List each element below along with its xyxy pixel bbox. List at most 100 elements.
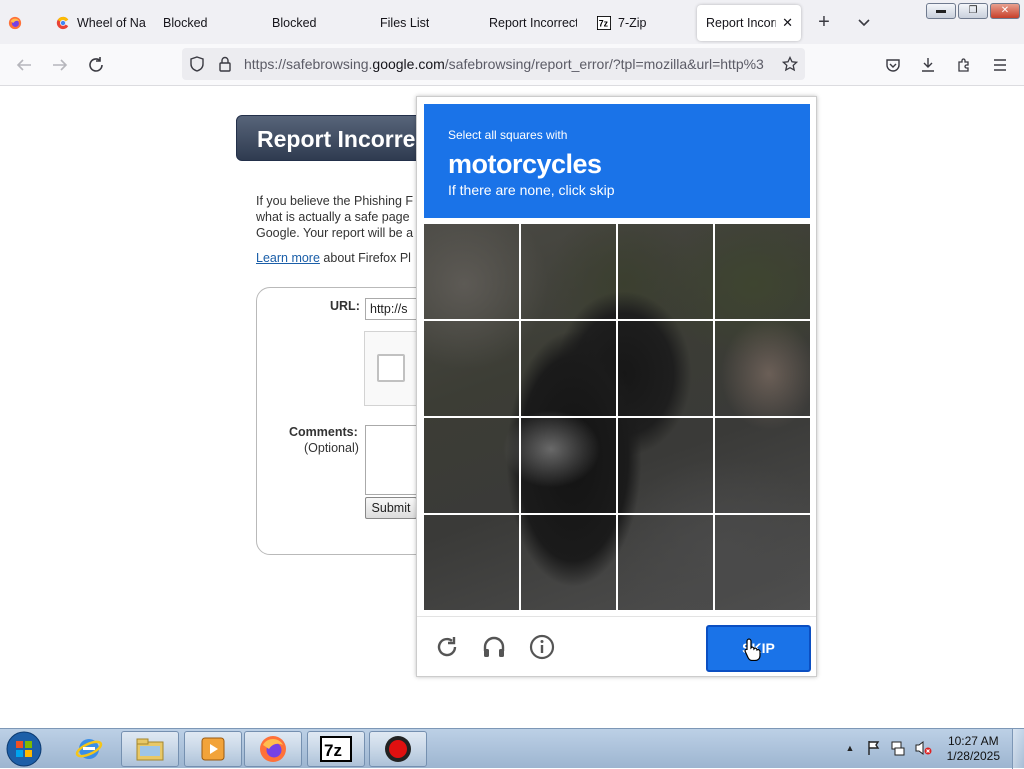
file-explorer-button[interactable] [121,731,179,767]
paragraph-line: If you believe the Phishing F [256,194,414,208]
close-tab-icon[interactable]: ✕ [782,15,793,31]
network-icon[interactable] [889,739,907,757]
colorful-c-icon [56,16,69,30]
captcha-tile[interactable] [715,321,810,416]
learn-more-line: Learn more about Firefox Pl [256,251,426,265]
internet-explorer-icon[interactable] [72,733,106,765]
tab-label: Files List [380,16,430,30]
submit-button[interactable]: Submit [365,497,417,519]
captcha-tile[interactable] [521,418,616,513]
back-arrow-icon[interactable] [12,53,36,77]
captcha-target-word: motorcycles [448,149,602,179]
extensions-icon[interactable] [952,53,976,77]
captcha-tile[interactable] [424,515,519,610]
comments-label: Comments: [289,425,358,439]
tab-wheel-of-names[interactable]: Wheel of Na [56,5,148,41]
clock-date: 1/28/2025 [946,749,1000,763]
captcha-challenge-popup: Select all squares with motorcycles If t… [416,96,817,677]
clock-time: 10:27 AM [947,734,999,748]
captcha-tile[interactable] [618,418,713,513]
captcha-tile[interactable] [424,418,519,513]
forward-arrow-icon[interactable] [48,53,72,77]
captcha-hint: If there are none, click skip [448,182,615,198]
action-center-flag-icon[interactable] [865,739,883,757]
captcha-tile[interactable] [618,224,713,319]
url-label: URL: [330,299,360,313]
audio-challenge-headphones-icon[interactable] [480,633,508,661]
pocket-icon[interactable] [881,53,905,77]
shield-icon[interactable] [188,55,206,73]
tab-blocked-2[interactable]: Blocked [272,5,362,41]
paragraph-line: Google. Your report will be a [256,226,414,240]
hand-cursor-icon [744,637,762,664]
minimize-window-button[interactable]: ▬ [926,3,956,19]
captcha-tile[interactable] [521,224,616,319]
page-title: Report Incorre [257,126,416,152]
new-tab-icon[interactable]: + [812,10,836,34]
learn-more-suffix: about Firefox Pl [319,251,411,265]
tab-bar: Wheel of Na Blocked Blocked Files List R… [0,0,1024,44]
tab-report-incorrect-active[interactable]: Report Incorr ✕ [697,5,801,41]
tab-label: Blocked [272,16,317,30]
captcha-instructions-header: Select all squares with motorcycles If t… [424,104,810,218]
tab-list-chevron-icon[interactable] [852,10,876,34]
7zip-taskbar-button[interactable]: 7z [307,731,365,767]
tab-label: Blocked [163,16,208,30]
url-domain: google.com [372,56,445,72]
system-clock[interactable]: 10:27 AM 1/28/2025 [947,734,1000,764]
media-player-icon [201,737,225,761]
url-prefix: https://safebrowsing. [244,56,373,72]
captcha-tile[interactable] [618,515,713,610]
page-header-banner: Report Incorre [236,115,436,161]
tab-report-incorrect[interactable]: Report Incorrect [489,5,577,41]
restore-window-button[interactable]: ❐ [958,3,988,19]
svg-text:7z: 7z [599,19,609,29]
captcha-tile[interactable] [424,224,519,319]
close-window-button[interactable]: ✕ [990,3,1020,19]
captcha-tile[interactable] [521,321,616,416]
recaptcha-checkbox-widget [364,331,424,406]
7zip-icon: 7z [320,736,352,762]
reload-challenge-icon[interactable] [433,633,461,661]
learn-more-link[interactable]: Learn more [256,251,320,265]
firefox-taskbar-button[interactable] [244,731,302,767]
tab-blocked-1[interactable]: Blocked [163,5,253,41]
captcha-tile[interactable] [521,515,616,610]
tab-7zip[interactable]: 7z 7-Zip [597,5,687,41]
lock-icon[interactable] [216,55,234,73]
tab-firefox-home[interactable] [8,5,36,41]
info-icon[interactable] [528,633,556,661]
captcha-image-grid [424,224,810,610]
recorder-taskbar-button[interactable] [369,731,427,767]
captcha-tile[interactable] [618,321,713,416]
url-bar[interactable]: https://safebrowsing.google.com/safebrow… [182,48,805,80]
navigation-bar: https://safebrowsing.google.com/safebrow… [0,44,1024,86]
tab-label: 7-Zip [618,16,647,30]
captcha-tile[interactable] [715,515,810,610]
bookmark-star-icon[interactable] [780,54,800,74]
menu-hamburger-icon[interactable] [988,53,1012,77]
volume-muted-icon[interactable] [913,739,933,757]
windows-logo-icon [6,731,42,767]
captcha-tile[interactable] [424,321,519,416]
start-button[interactable] [4,730,44,768]
recorder-icon [385,736,411,762]
optional-label: (Optional) [304,441,359,455]
reload-icon[interactable] [84,53,108,77]
media-player-button[interactable] [184,731,242,767]
recaptcha-checkbox[interactable] [377,354,405,382]
downloads-icon[interactable] [916,53,940,77]
tab-label: Wheel of Na [77,16,146,30]
captcha-tile[interactable] [715,418,810,513]
tab-files-list[interactable]: Files List [380,5,470,41]
url-text: https://safebrowsing.google.com/safebrow… [244,56,764,72]
paragraph-line: what is actually a safe page [256,210,410,224]
intro-paragraph: If you believe the Phishing F what is ac… [256,193,426,241]
firefox-icon [8,16,22,30]
captcha-tile[interactable] [715,224,810,319]
windows-taskbar: 7z ▲ 10:27 AM 1/28/2025 [0,728,1024,769]
show-desktop-button[interactable] [1012,729,1024,769]
svg-text:7z: 7z [324,741,342,760]
tab-label: Report Incorr [706,16,776,30]
show-hidden-icons-arrow-icon[interactable]: ▲ [843,741,857,755]
